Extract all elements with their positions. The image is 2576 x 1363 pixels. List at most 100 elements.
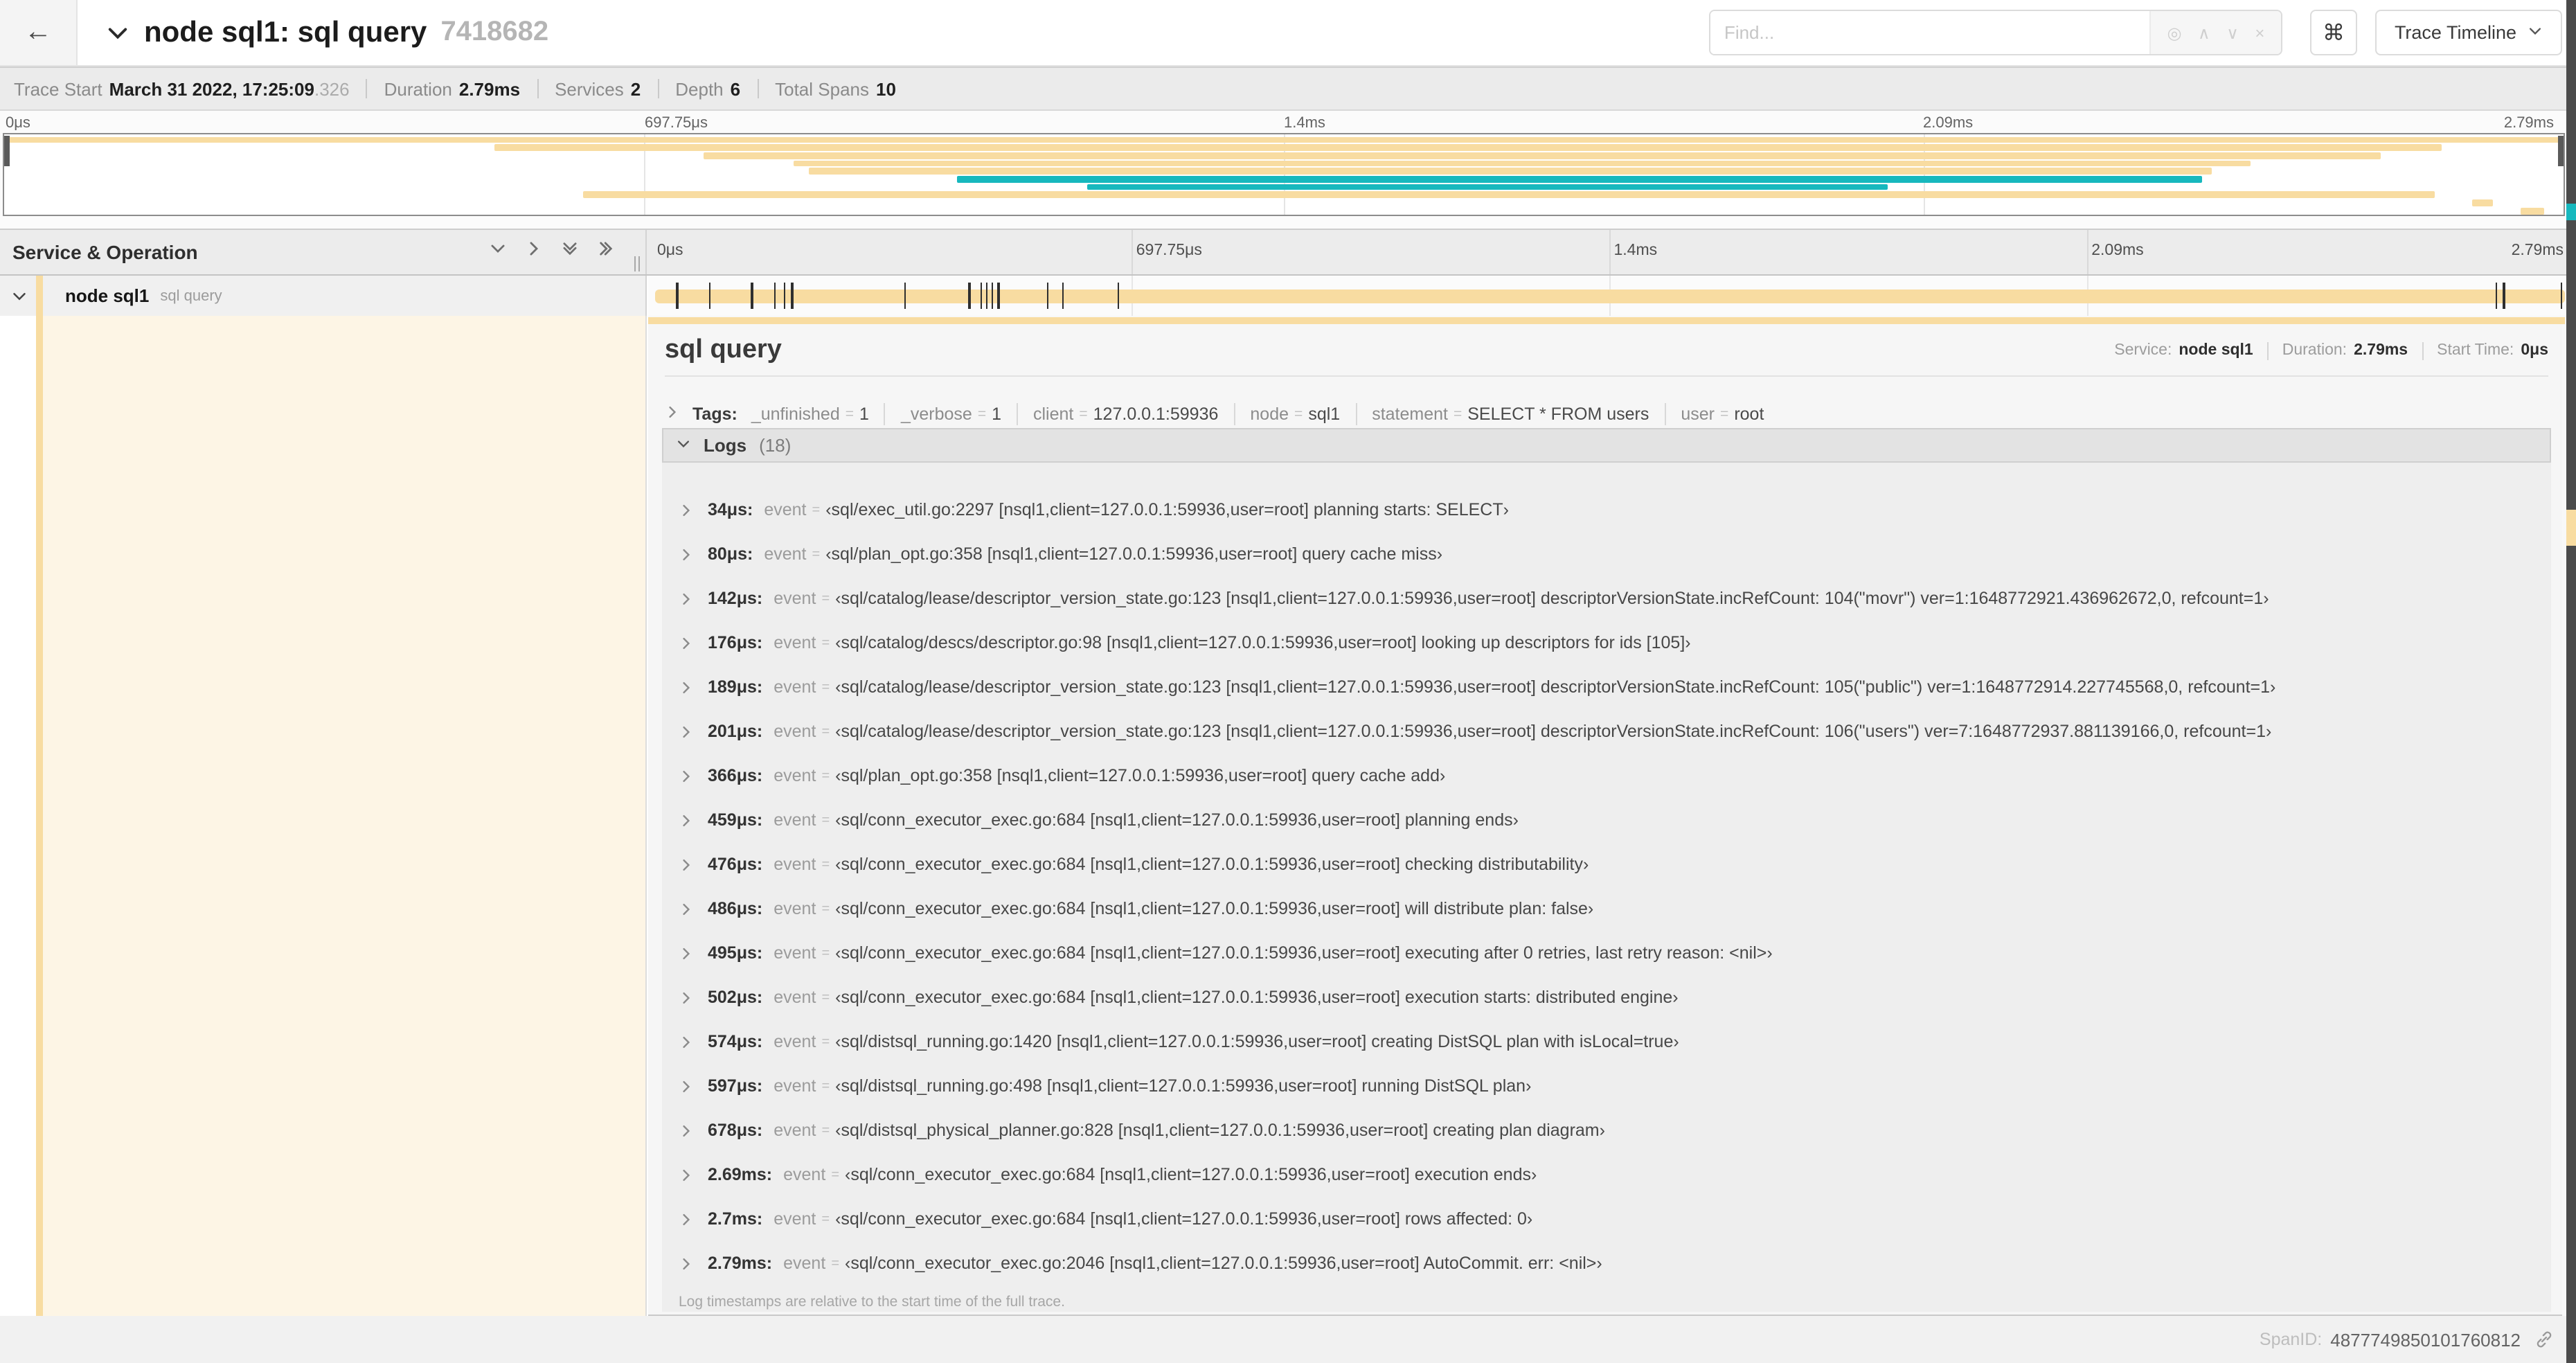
logs-title: Logs: [704, 435, 747, 456]
span-row[interactable]: node sql1 sql query: [0, 276, 2576, 316]
previous-result-icon[interactable]: ∧: [2198, 23, 2210, 42]
collapse-trace-chevron-icon[interactable]: [105, 20, 130, 45]
expand-chevron-icon[interactable]: [679, 679, 694, 695]
locate-icon[interactable]: ◎: [2167, 23, 2182, 42]
log-timestamp: 495μs:: [708, 943, 763, 963]
tag-key: node: [1250, 404, 1289, 424]
log-field-key: event: [773, 1032, 816, 1051]
log-entry-row[interactable]: 486μs: event = ‹sql/conn_executor_exec.go:6…: [662, 887, 2551, 931]
equals-sign: =: [1079, 406, 1088, 422]
trace-start-fraction: .326: [314, 78, 350, 99]
log-entry-row[interactable]: 678μs: event = ‹sql/distsql_physical_planne…: [662, 1108, 2551, 1152]
tag-value: 1: [859, 404, 869, 424]
log-entry-row[interactable]: 34μs: event = ‹sql/exec_util.go:2297 [nsql1…: [662, 488, 2551, 532]
span-row-name-cell[interactable]: node sql1 sql query: [0, 276, 647, 316]
log-entry-row[interactable]: 2.69ms: event = ‹sql/conn_executor_exec.go:…: [662, 1152, 2551, 1197]
expand-chevron-icon[interactable]: [679, 724, 694, 739]
log-field-key: event: [773, 677, 816, 697]
clear-search-icon[interactable]: ×: [2255, 23, 2264, 42]
start-time-label: Start Time:: [2437, 342, 2514, 359]
log-entry-row[interactable]: 459μs: event = ‹sql/conn_executor_exec.go:6…: [662, 798, 2551, 842]
log-entry-row[interactable]: 2.79ms: event = ‹sql/conn_executor_exec.go:…: [662, 1241, 2551, 1285]
log-entry-row[interactable]: 80μs: event = ‹sql/plan_opt.go:358 [nsql1,c…: [662, 532, 2551, 576]
log-field-key: event: [773, 943, 816, 963]
divider: [1664, 403, 1666, 425]
collapse-all-icon[interactable]: [561, 240, 579, 265]
expand-chevron-icon[interactable]: [679, 502, 694, 517]
expand-chevron-icon[interactable]: [679, 990, 694, 1005]
equals-sign: =: [821, 768, 830, 783]
expand-chevron-icon[interactable]: [679, 901, 694, 916]
log-field-key: event: [783, 1165, 826, 1184]
column-resizer-handle[interactable]: [634, 256, 640, 271]
equals-sign: =: [977, 406, 987, 422]
log-field-key: event: [773, 1121, 816, 1140]
log-entry-row[interactable]: 176μs: event = ‹sql/catalog/descs/descripto…: [662, 621, 2551, 665]
expand-chevron-icon[interactable]: [679, 635, 694, 650]
edge-mark-teal: [2566, 204, 2576, 220]
log-entry-row[interactable]: 2.7ms: event = ‹sql/conn_executor_exec.go:6…: [662, 1197, 2551, 1241]
expand-chevron-icon[interactable]: [679, 945, 694, 961]
next-result-icon[interactable]: ∨: [2226, 23, 2239, 42]
expand-chevron-icon[interactable]: [679, 1123, 694, 1138]
equals-sign: =: [821, 812, 830, 828]
span-duration-bar[interactable]: [654, 289, 2565, 303]
log-event-mark: [1046, 283, 1049, 309]
span-row-timeline-cell[interactable]: [648, 276, 2576, 316]
minimap-tick-label: 2.79ms: [2503, 115, 2554, 132]
minimap-span-bar: [793, 160, 2251, 167]
log-entry-row[interactable]: 502μs: event = ‹sql/conn_executor_exec.go:6…: [662, 975, 2551, 1019]
log-entry-row[interactable]: 574μs: event = ‹sql/distsql_running.go:1420…: [662, 1019, 2551, 1064]
expand-chevron-icon[interactable]: [679, 1167, 694, 1182]
expand-all-icon[interactable]: [597, 240, 615, 265]
expand-chevron-icon[interactable]: [679, 768, 694, 783]
find-input[interactable]: [1710, 11, 2149, 54]
log-field-value: ‹sql/catalog/lease/descriptor_version_st…: [835, 677, 2276, 697]
span-detail-card: sql query Service: node sql1 Duration: 2…: [648, 324, 2562, 1316]
expand-chevron-icon[interactable]: [679, 1256, 694, 1271]
minimap-canvas[interactable]: [3, 133, 2565, 216]
log-entry-row[interactable]: 597μs: event = ‹sql/distsql_running.go:498 …: [662, 1064, 2551, 1108]
logs-header[interactable]: Logs (18): [662, 428, 2551, 463]
log-entry-row[interactable]: 142μs: event = ‹sql/catalog/lease/descripto…: [662, 576, 2551, 621]
deep-link-icon[interactable]: [2534, 1330, 2554, 1349]
timeline-ruler: 0μs 697.75μs 1.4ms 2.09ms 2.79ms: [648, 230, 2576, 274]
tag-value: root: [1734, 404, 1764, 424]
expand-chevron-icon[interactable]: [679, 857, 694, 872]
span-detail-panel: sql query Service: node sql1 Duration: 2…: [648, 316, 2576, 1316]
expand-chevron-icon[interactable]: [679, 546, 694, 562]
log-entry-row[interactable]: 366μs: event = ‹sql/plan_opt.go:358 [nsql1,…: [662, 754, 2551, 798]
view-selector-label: Trace Timeline: [2394, 22, 2516, 43]
log-event-mark: [1062, 283, 1064, 309]
minimap-span-bar: [6, 136, 2562, 143]
log-field-key: event: [773, 766, 816, 785]
expand-chevron-icon[interactable]: [679, 1078, 694, 1094]
log-field-key: event: [773, 810, 816, 830]
equals-sign: =: [1720, 406, 1729, 422]
log-entry-row[interactable]: 476μs: event = ‹sql/conn_executor_exec.go:6…: [662, 842, 2551, 887]
log-field-value: ‹sql/conn_executor_exec.go:684 [nsql1,cl…: [835, 1209, 1533, 1229]
keyboard-shortcuts-button[interactable]: ⌘: [2309, 10, 2357, 55]
expand-chevron-icon[interactable]: [679, 1211, 694, 1227]
span-collapse-chevron-icon[interactable]: [11, 287, 28, 304]
log-entry-row[interactable]: 495μs: event = ‹sql/conn_executor_exec.go:6…: [662, 931, 2551, 975]
equals-sign: =: [821, 591, 830, 606]
log-field-key: event: [773, 589, 816, 608]
collapse-one-icon[interactable]: [489, 240, 507, 265]
expand-chevron-icon[interactable]: [679, 812, 694, 828]
span-detail-header: sql query Service: node sql1 Duration: 2…: [665, 331, 2548, 370]
tags-accordion[interactable]: Tags: _unfinished = 1 _verbose = 1 client = 127.…: [665, 396, 2548, 432]
span-color-accent-line: [648, 317, 2565, 324]
expand-chevron-icon[interactable]: [679, 1034, 694, 1049]
minimap-left-drag-handle[interactable]: [4, 136, 10, 166]
minimap-right-drag-handle[interactable]: [2558, 136, 2564, 166]
expand-one-icon[interactable]: [525, 240, 543, 265]
back-button[interactable]: ←: [0, 0, 78, 65]
log-entry-row[interactable]: 189μs: event = ‹sql/catalog/lease/descripto…: [662, 665, 2551, 709]
trace-view-selector[interactable]: Trace Timeline: [2374, 10, 2562, 55]
duration-label: Duration:: [2282, 342, 2347, 359]
log-field-key: event: [764, 544, 807, 564]
expand-chevron-icon[interactable]: [679, 591, 694, 606]
timeline-header-row: Service & Operation 0μs 697.75μs 1.4ms 2.09…: [0, 229, 2576, 276]
log-entry-row[interactable]: 201μs: event = ‹sql/catalog/lease/descripto…: [662, 709, 2551, 754]
